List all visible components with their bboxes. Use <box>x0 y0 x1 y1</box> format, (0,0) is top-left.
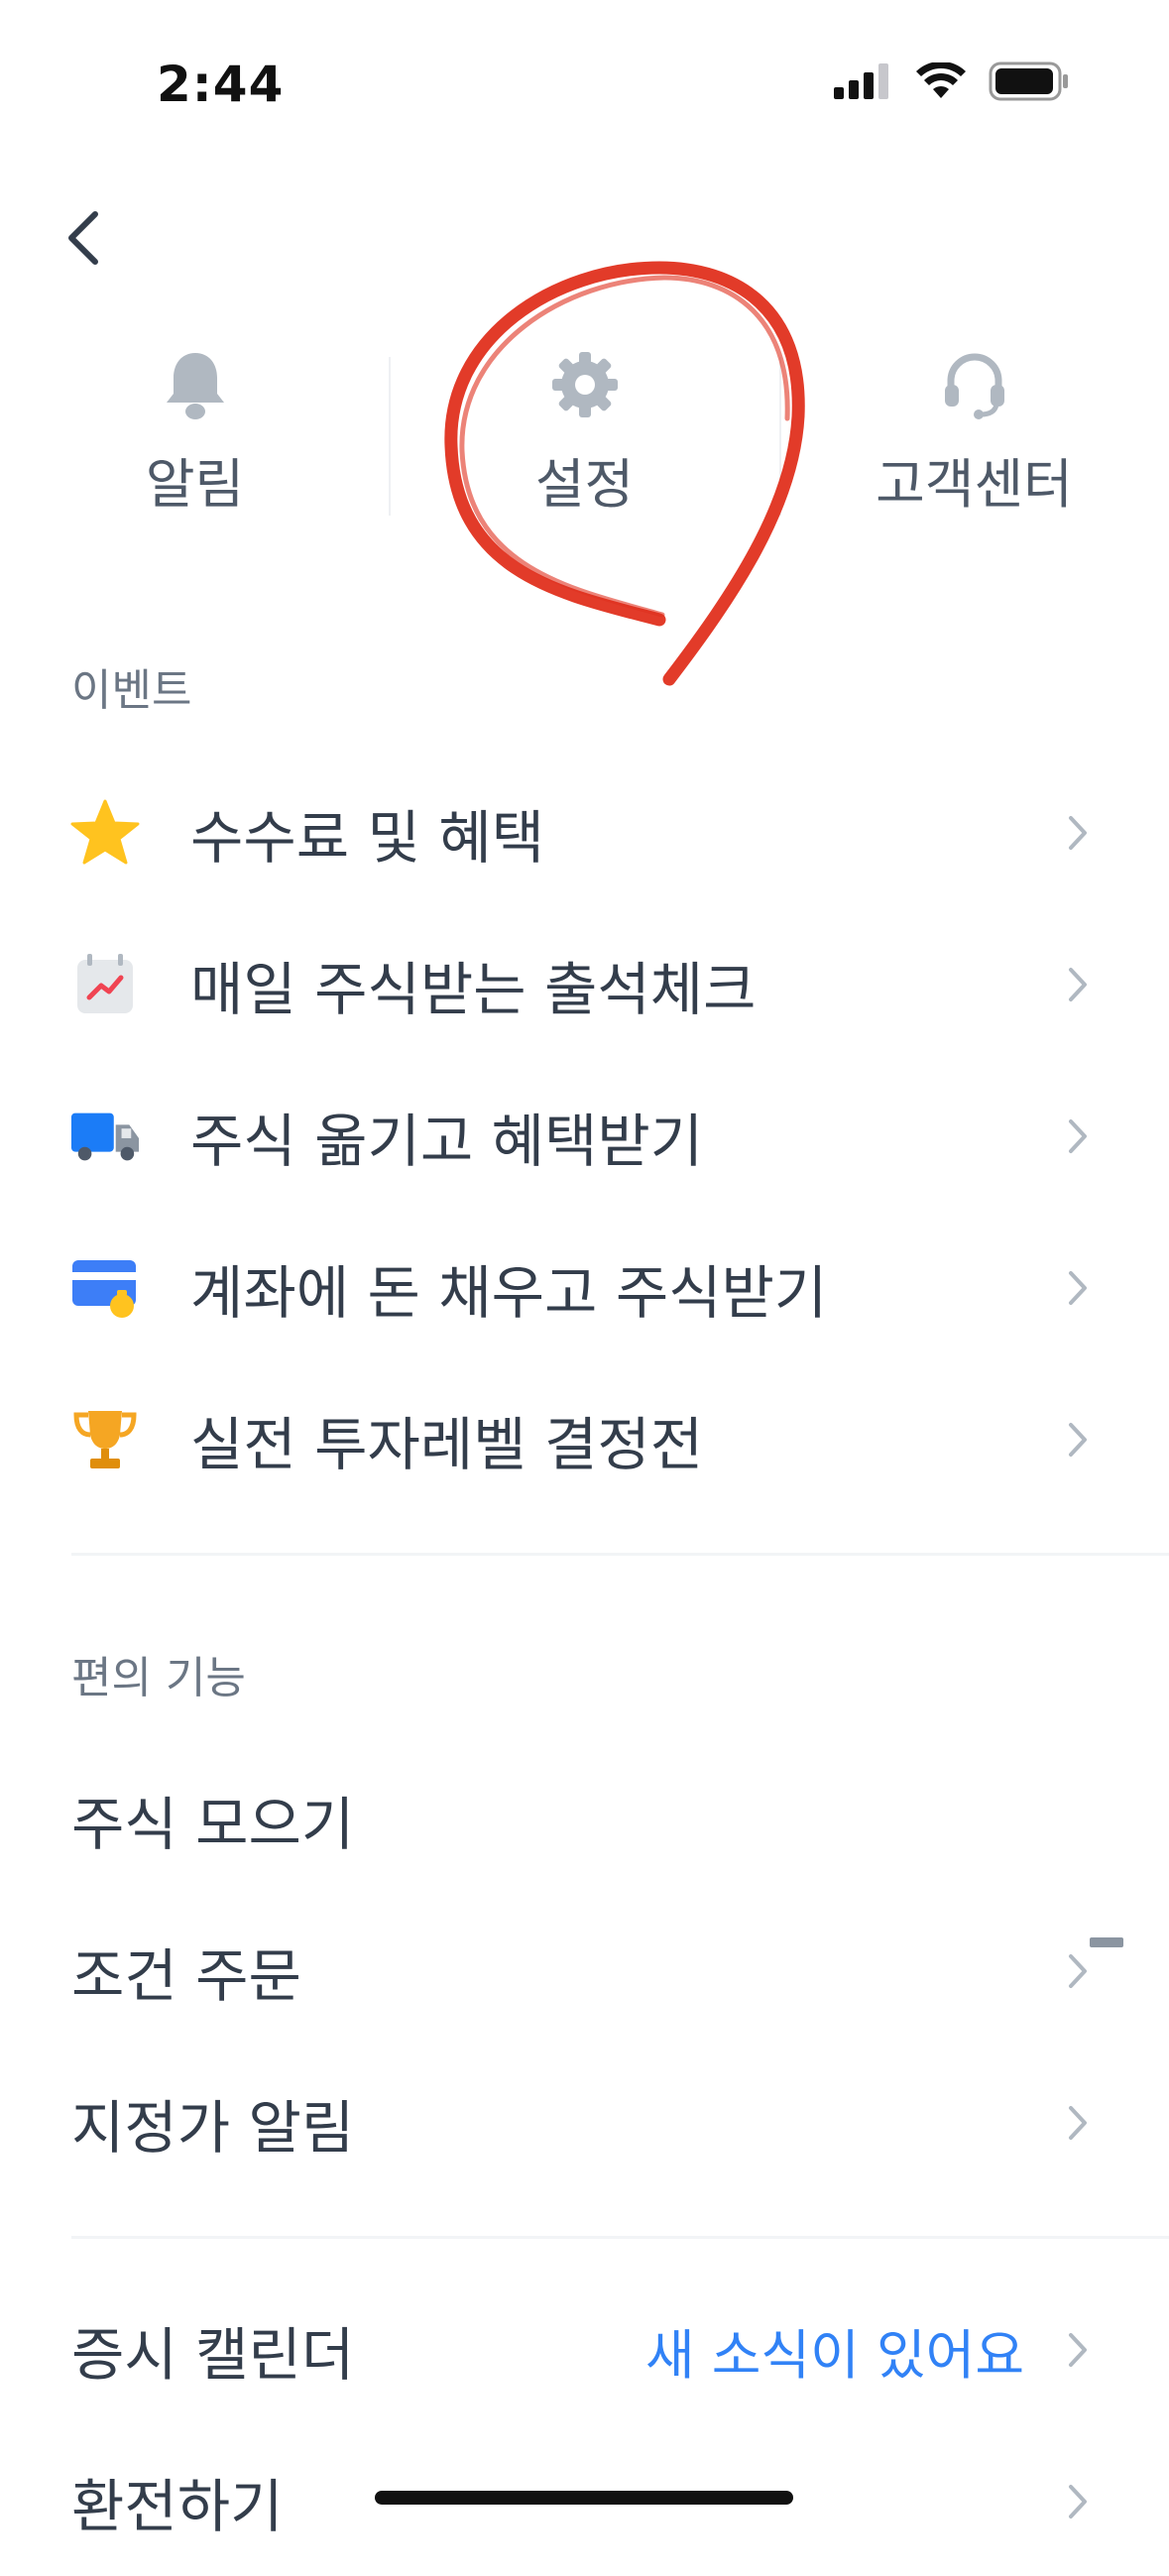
chevron-right-icon <box>1058 1116 1098 1156</box>
chevron-right-icon <box>1058 813 1098 853</box>
home-indicator[interactable] <box>375 2491 793 2505</box>
convenience-item-limit-alert[interactable]: 지정가 알림 <box>0 2049 1169 2197</box>
chevron-right-icon <box>1058 1420 1098 1460</box>
section-divider <box>71 2236 1169 2239</box>
back-button[interactable] <box>44 198 123 278</box>
chevron-left-icon <box>68 211 98 265</box>
event-label: 수수료 및 혜택 <box>190 804 545 872</box>
wifi-icon <box>916 62 966 98</box>
convenience-label: 조건 주문 <box>71 1942 301 2010</box>
event-label: 실전 투자레벨 결정전 <box>190 1411 704 1478</box>
event-item-attendance[interactable]: 매일 주식받는 출석체크 <box>0 910 1169 1059</box>
chevron-right-icon <box>1058 1951 1098 1991</box>
item-market-calendar[interactable]: 증시 캘린더 새 소식이 있어요 <box>0 2276 1169 2424</box>
event-item-level-match[interactable]: 실전 투자레벨 결정전 <box>0 1365 1169 1514</box>
item-label: 증시 캘린더 <box>71 2321 355 2389</box>
convenience-item-stock-savings[interactable]: 주식 모으기 <box>0 1745 1169 1894</box>
bell-icon <box>158 347 233 422</box>
shortcut-label: 고객센터 <box>876 453 1073 516</box>
chevron-right-icon <box>1058 2330 1098 2370</box>
star-icon <box>69 797 141 869</box>
chevron-right-icon <box>1058 2103 1098 2143</box>
signal-icon <box>834 63 888 99</box>
event-label: 계좌에 돈 채우고 주식받기 <box>190 1259 828 1327</box>
chevron-right-icon <box>1058 2482 1098 2521</box>
trophy-icon <box>69 1404 141 1475</box>
overlay-mark <box>1090 1937 1123 1947</box>
event-label: 매일 주식받는 출석체크 <box>190 956 757 1023</box>
battery-icon <box>989 61 1068 101</box>
event-item-fees-benefits[interactable]: 수수료 및 혜택 <box>0 759 1169 907</box>
convenience-item-conditional-order[interactable]: 조건 주문 <box>0 1897 1169 2046</box>
convenience-label: 주식 모으기 <box>71 1791 355 1858</box>
shortcut-label: 알림 <box>145 453 245 516</box>
item-label: 환전하기 <box>71 2473 284 2540</box>
convenience-label: 지정가 알림 <box>71 2094 355 2162</box>
event-item-transfer-stocks[interactable]: 주식 옮기고 혜택받기 <box>0 1062 1169 1211</box>
event-label: 주식 옮기고 혜택받기 <box>190 1108 704 1175</box>
status-time: 2:44 <box>157 56 285 113</box>
calendar-icon <box>69 949 141 1020</box>
news-badge-text: 새 소식이 있어요 <box>644 2323 1024 2387</box>
chevron-right-icon <box>1058 965 1098 1004</box>
headset-icon <box>937 347 1012 422</box>
shortcut-notifications[interactable]: 알림 <box>0 347 390 526</box>
section-divider <box>71 1553 1169 1556</box>
section-title-convenience: 편의 기능 <box>71 1653 246 1703</box>
truck-icon <box>69 1101 141 1172</box>
status-icons <box>834 61 1070 101</box>
chevron-right-icon <box>1058 1268 1098 1308</box>
card-icon <box>69 1252 141 1324</box>
section-title-events: 이벤트 <box>71 665 192 716</box>
event-item-fill-account[interactable]: 계좌에 돈 채우고 주식받기 <box>0 1214 1169 1362</box>
annotation-circle <box>444 261 805 686</box>
shortcut-customer-center[interactable]: 고객센터 <box>779 347 1169 526</box>
